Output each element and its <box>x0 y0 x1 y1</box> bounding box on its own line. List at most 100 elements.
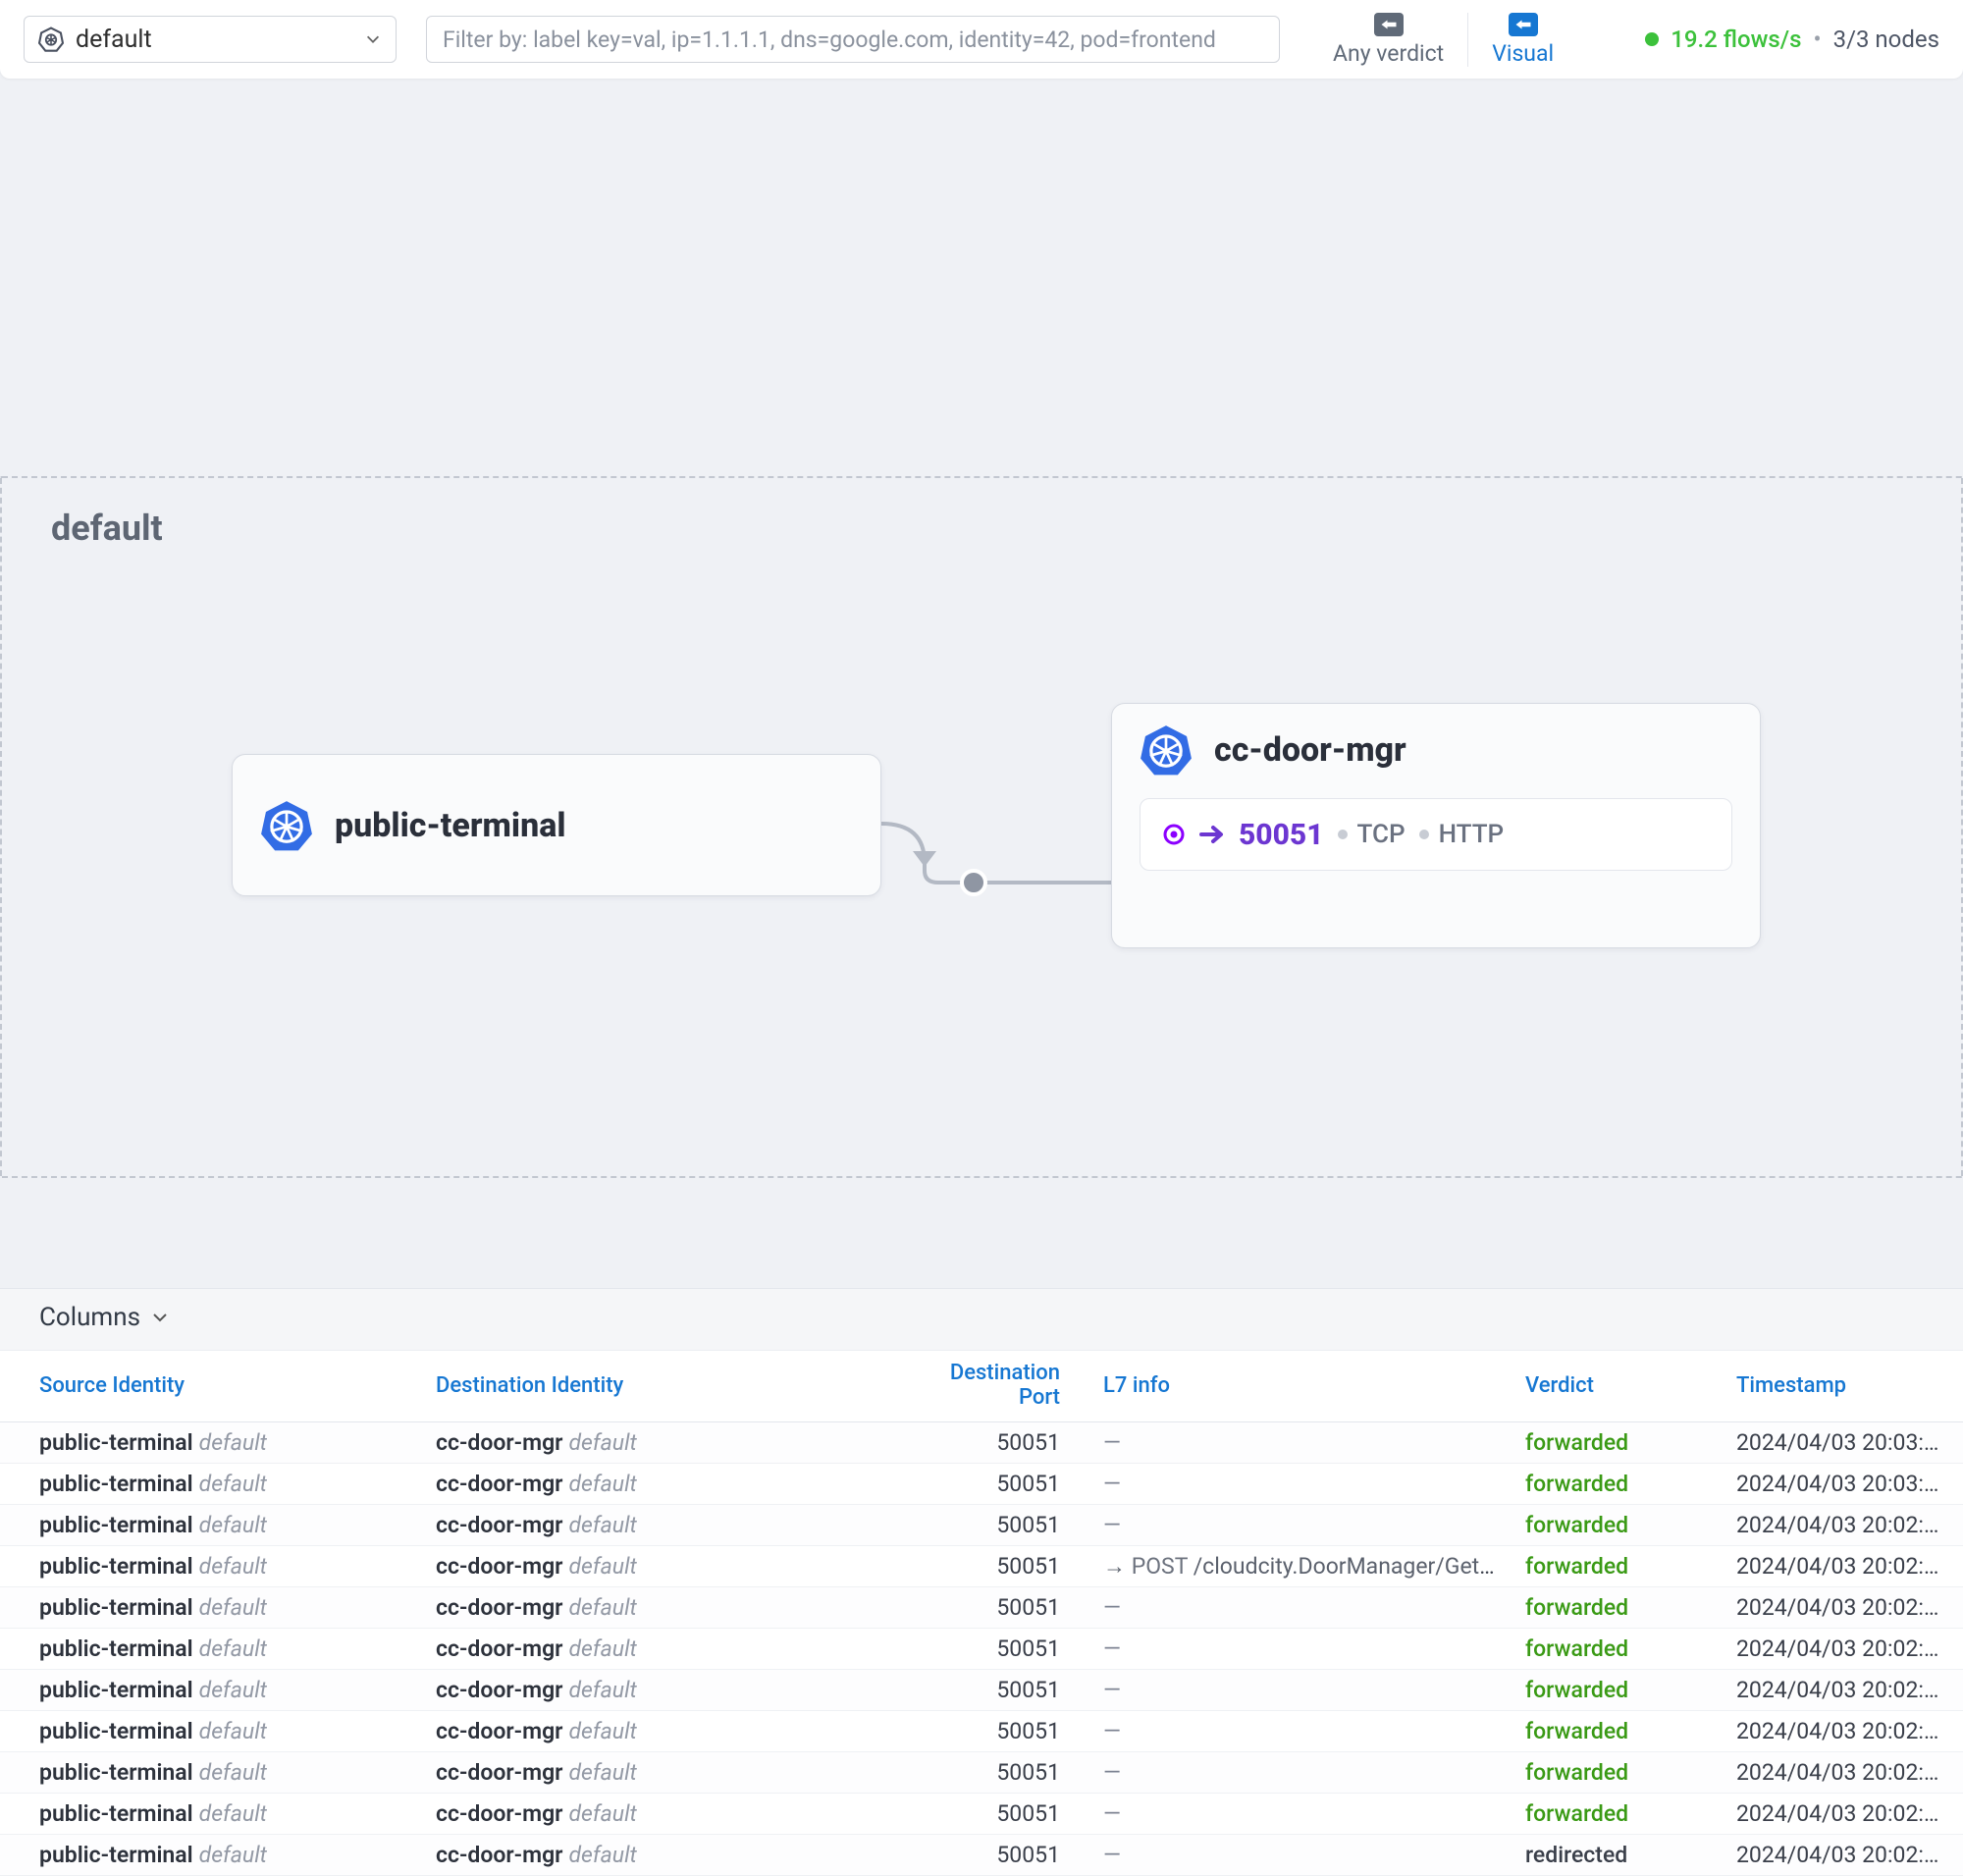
cell-destination: cc-door-mgrdefault <box>422 1752 893 1794</box>
cell-destination: cc-door-mgrdefault <box>422 1587 893 1629</box>
col-l7[interactable]: L7 info <box>1089 1351 1512 1422</box>
cell-port: 50051 <box>893 1546 1089 1587</box>
table-row[interactable]: public-terminaldefaultcc-door-mgrdefault… <box>0 1670 1963 1711</box>
visual-icon <box>1509 13 1538 36</box>
toolbar: default Filter by: label key=val, ip=1.1… <box>0 0 1963 79</box>
cell-timestamp: 2024/04/03 20:02:06... <box>1723 1752 1963 1794</box>
chevron-down-icon <box>364 30 382 48</box>
table-row[interactable]: public-terminaldefaultcc-door-mgrdefault… <box>0 1587 1963 1629</box>
cell-timestamp: 2024/04/03 20:02:06... <box>1723 1629 1963 1670</box>
service-name: cc-door-mgr <box>1214 730 1406 770</box>
cell-l7: → POST /cloudcity.DoorManager/GetName... <box>1089 1546 1512 1587</box>
table-row[interactable]: public-terminaldefaultcc-door-mgrdefault… <box>0 1835 1963 1876</box>
tab-visual-label: Visual <box>1492 40 1554 67</box>
cell-source: public-terminaldefault <box>0 1505 422 1546</box>
cell-port: 50051 <box>893 1629 1089 1670</box>
col-destination[interactable]: Destination Identity <box>422 1351 893 1422</box>
cell-l7: — <box>1089 1752 1512 1794</box>
endpoint-port-row[interactable]: 50051 TCP HTTP <box>1140 798 1732 871</box>
cell-destination: cc-door-mgrdefault <box>422 1711 893 1752</box>
cell-verdict: forwarded <box>1512 1752 1723 1794</box>
any-verdict-icon <box>1374 13 1404 36</box>
flows-rate: 19.2 flows/s <box>1671 26 1801 53</box>
col-verdict[interactable]: Verdict <box>1512 1351 1723 1422</box>
status-dot-icon <box>1645 32 1659 46</box>
cell-l7: — <box>1089 1711 1512 1752</box>
k8s-icon <box>260 799 313 852</box>
protocol-http: HTTP <box>1419 820 1505 849</box>
view-tabs: Any verdict Visual <box>1309 13 1577 67</box>
cell-timestamp: 2024/04/03 20:02:06... <box>1723 1587 1963 1629</box>
col-port[interactable]: Destination Port <box>893 1351 1089 1422</box>
col-timestamp[interactable]: Timestamp <box>1723 1351 1963 1422</box>
status-bar: 19.2 flows/s • 3/3 nodes <box>1645 26 1939 53</box>
namespace-select-value: default <box>76 26 352 54</box>
cell-port: 50051 <box>893 1587 1089 1629</box>
flows-panel: Columns Source Identity Destination Iden… <box>0 1288 1963 1876</box>
tab-any-verdict-label: Any verdict <box>1333 40 1444 67</box>
namespace-title: default <box>51 508 163 549</box>
cell-source: public-terminaldefault <box>0 1546 422 1587</box>
cell-destination: cc-door-mgrdefault <box>422 1835 893 1876</box>
table-row[interactable]: public-terminaldefaultcc-door-mgrdefault… <box>0 1505 1963 1546</box>
cell-destination: cc-door-mgrdefault <box>422 1464 893 1505</box>
k8s-namespace-icon <box>38 27 64 52</box>
cell-port: 50051 <box>893 1752 1089 1794</box>
cell-verdict: redirected <box>1512 1835 1723 1876</box>
cell-source: public-terminaldefault <box>0 1835 422 1876</box>
table-row[interactable]: public-terminaldefaultcc-door-mgrdefault… <box>0 1464 1963 1505</box>
filter-input[interactable]: Filter by: label key=val, ip=1.1.1.1, dn… <box>426 16 1280 63</box>
cell-destination: cc-door-mgrdefault <box>422 1670 893 1711</box>
cell-port: 50051 <box>893 1505 1089 1546</box>
cell-verdict: forwarded <box>1512 1587 1723 1629</box>
table-row[interactable]: public-terminaldefaultcc-door-mgrdefault… <box>0 1422 1963 1464</box>
topology-canvas[interactable]: default public-terminal cc-door-mgr <box>0 79 1963 1288</box>
cell-port: 50051 <box>893 1422 1089 1464</box>
protocol-tcp: TCP <box>1338 820 1406 849</box>
cell-source: public-terminaldefault <box>0 1587 422 1629</box>
chevron-down-icon <box>150 1308 170 1327</box>
cell-port: 50051 <box>893 1464 1089 1505</box>
columns-toggle[interactable]: Columns <box>0 1289 1963 1351</box>
cell-verdict: forwarded <box>1512 1711 1723 1752</box>
service-node-cc-door-mgr[interactable]: cc-door-mgr 50051 TCP HTTP <box>1111 703 1761 948</box>
cell-port: 50051 <box>893 1794 1089 1835</box>
table-row[interactable]: public-terminaldefaultcc-door-mgrdefault… <box>0 1711 1963 1752</box>
tab-visual[interactable]: Visual <box>1468 13 1577 67</box>
cell-timestamp: 2024/04/03 20:03:06... <box>1723 1464 1963 1505</box>
status-separator: • <box>1813 26 1821 53</box>
cell-l7: — <box>1089 1422 1512 1464</box>
cell-verdict: forwarded <box>1512 1794 1723 1835</box>
flows-table: Source Identity Destination Identity Des… <box>0 1351 1963 1876</box>
cell-source: public-terminaldefault <box>0 1464 422 1505</box>
cell-timestamp: 2024/04/03 20:02:06... <box>1723 1835 1963 1876</box>
cell-l7: — <box>1089 1794 1512 1835</box>
namespace-boundary: default public-terminal cc-door-mgr <box>0 476 1963 1178</box>
namespace-select[interactable]: default <box>24 16 397 63</box>
target-icon <box>1162 823 1186 846</box>
cell-destination: cc-door-mgrdefault <box>422 1794 893 1835</box>
nodes-count: 3/3 nodes <box>1833 26 1939 53</box>
arrow-right-icon <box>1199 825 1225 844</box>
cell-timestamp: 2024/04/03 20:03:06... <box>1723 1422 1963 1464</box>
cell-l7: — <box>1089 1629 1512 1670</box>
cell-l7: — <box>1089 1587 1512 1629</box>
table-row[interactable]: public-terminaldefaultcc-door-mgrdefault… <box>0 1546 1963 1587</box>
table-row[interactable]: public-terminaldefaultcc-door-mgrdefault… <box>0 1629 1963 1670</box>
cell-l7: — <box>1089 1464 1512 1505</box>
cell-timestamp: 2024/04/03 20:02:06... <box>1723 1794 1963 1835</box>
col-source[interactable]: Source Identity <box>0 1351 422 1422</box>
cell-port: 50051 <box>893 1835 1089 1876</box>
table-row[interactable]: public-terminaldefaultcc-door-mgrdefault… <box>0 1752 1963 1794</box>
cell-verdict: forwarded <box>1512 1546 1723 1587</box>
cell-l7: — <box>1089 1505 1512 1546</box>
service-node-public-terminal[interactable]: public-terminal <box>232 754 881 896</box>
cell-destination: cc-door-mgrdefault <box>422 1629 893 1670</box>
cell-verdict: forwarded <box>1512 1629 1723 1670</box>
cell-verdict: forwarded <box>1512 1464 1723 1505</box>
table-row[interactable]: public-terminaldefaultcc-door-mgrdefault… <box>0 1794 1963 1835</box>
cell-source: public-terminaldefault <box>0 1752 422 1794</box>
cell-verdict: forwarded <box>1512 1422 1723 1464</box>
tab-any-verdict[interactable]: Any verdict <box>1309 13 1468 67</box>
cell-destination: cc-door-mgrdefault <box>422 1546 893 1587</box>
